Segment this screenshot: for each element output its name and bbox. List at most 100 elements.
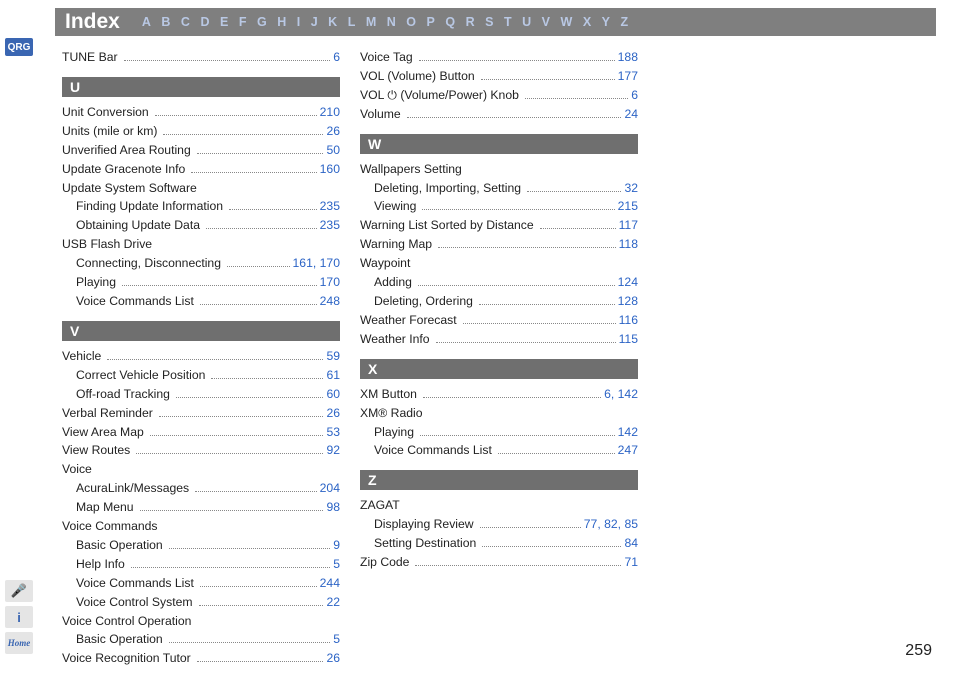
leader-dots (191, 162, 316, 173)
page-link[interactable]: 116 (619, 313, 638, 327)
alpha-link-m[interactable]: M (366, 15, 377, 29)
index-row-pages: 26 (326, 122, 340, 141)
page-link[interactable]: 124 (618, 275, 638, 289)
page-link[interactable]: 6 (333, 50, 340, 64)
page-link[interactable]: 170 (320, 275, 340, 289)
index-row-label: VOL ⏻ (Volume/Power) Knob (360, 86, 522, 105)
page-link[interactable]: 6 (631, 88, 638, 102)
page-link[interactable]: 160 (320, 162, 340, 176)
info-icon[interactable]: i (5, 606, 33, 628)
page-link[interactable]: 60 (326, 387, 340, 401)
page-link[interactable]: 177 (618, 69, 638, 83)
alpha-link-w[interactable]: W (561, 15, 573, 29)
page-link[interactable]: 24 (624, 107, 638, 121)
alpha-link-j[interactable]: J (311, 15, 318, 29)
page-link[interactable]: 118 (619, 237, 638, 251)
page-link[interactable]: 128 (618, 294, 638, 308)
index-row-label: Warning List Sorted by Distance (360, 216, 537, 235)
page-link[interactable]: 247 (618, 443, 638, 457)
page-link[interactable]: 115 (619, 332, 638, 346)
page-link[interactable]: 77 (584, 517, 598, 531)
home-icon[interactable]: Home (5, 632, 33, 654)
page-link[interactable]: 85 (624, 517, 638, 531)
page-link[interactable]: 142 (618, 425, 638, 439)
alpha-link-h[interactable]: H (277, 15, 287, 29)
index-content: TUNE Bar6UUnit Conversion210Units (mile … (62, 48, 936, 654)
side-tab-qrg[interactable]: QRG (5, 38, 33, 56)
alpha-link-z[interactable]: Z (621, 15, 629, 29)
page-link[interactable]: 32 (624, 181, 638, 195)
page-link[interactable]: 188 (618, 50, 638, 64)
page-link[interactable]: 82 (604, 517, 618, 531)
alpha-link-a[interactable]: A (142, 15, 152, 29)
index-row-label: Displaying Review (360, 515, 477, 534)
page-link[interactable]: 26 (326, 651, 340, 665)
page-link[interactable]: 22 (326, 595, 340, 609)
alpha-link-y[interactable]: Y (602, 15, 611, 29)
section-v: V (62, 321, 340, 341)
page-link[interactable]: 235 (320, 199, 340, 213)
alpha-link-c[interactable]: C (181, 15, 191, 29)
alpha-link-g[interactable]: G (257, 15, 267, 29)
alpha-link-d[interactable]: D (200, 15, 210, 29)
alpha-link-u[interactable]: U (522, 15, 532, 29)
page-link[interactable]: 98 (326, 500, 340, 514)
alpha-link-k[interactable]: K (328, 15, 338, 29)
page-link[interactable]: 117 (619, 218, 638, 232)
alpha-link-o[interactable]: O (406, 15, 416, 29)
page-number: 259 (905, 642, 932, 660)
page-link[interactable]: 84 (624, 536, 638, 550)
alpha-link-r[interactable]: R (466, 15, 476, 29)
index-row-label: Map Menu (62, 498, 137, 517)
page-link[interactable]: 215 (618, 199, 638, 213)
page-link[interactable]: 26 (326, 124, 340, 138)
page-link[interactable]: 59 (326, 349, 340, 363)
alpha-link-i[interactable]: I (297, 15, 301, 29)
page-link[interactable]: 9 (333, 538, 340, 552)
alpha-link-s[interactable]: S (485, 15, 494, 29)
index-row: Volume24 (360, 105, 638, 124)
page-link[interactable]: 50 (326, 143, 340, 157)
alpha-link-l[interactable]: L (348, 15, 356, 29)
leader-dots (540, 218, 616, 229)
page-title: Index (65, 10, 120, 34)
alpha-link-x[interactable]: X (583, 15, 592, 29)
page-link[interactable]: 26 (326, 406, 340, 420)
alpha-link-f[interactable]: F (239, 15, 247, 29)
leader-dots (200, 294, 317, 305)
page-link[interactable]: 142 (618, 387, 638, 401)
page-link[interactable]: 204 (320, 481, 340, 495)
page-link[interactable]: 71 (624, 555, 638, 569)
page-link[interactable]: 6 (604, 387, 611, 401)
alpha-link-v[interactable]: V (542, 15, 551, 29)
page-link[interactable]: 61 (326, 368, 340, 382)
leader-dots (480, 517, 581, 528)
page-link[interactable]: 53 (326, 425, 340, 439)
index-row: Deleting, Ordering128 (360, 292, 638, 311)
page-link[interactable]: 235 (320, 218, 340, 232)
alpha-link-n[interactable]: N (387, 15, 397, 29)
page-link[interactable]: 5 (333, 632, 340, 646)
alpha-link-t[interactable]: T (504, 15, 512, 29)
voice-icon[interactable]: 🎤 (5, 580, 33, 602)
index-row-pages: 244 (320, 574, 340, 593)
page-link[interactable]: 248 (320, 294, 340, 308)
alpha-link-b[interactable]: B (161, 15, 171, 29)
page-link[interactable]: 210 (320, 105, 340, 119)
page-link[interactable]: 244 (320, 576, 340, 590)
alpha-link-e[interactable]: E (220, 15, 229, 29)
section-x: X (360, 359, 638, 379)
index-row-pages: 235 (320, 197, 340, 216)
leader-dots (227, 256, 290, 267)
page-link[interactable]: 161 (293, 256, 313, 270)
index-row-pages: 128 (618, 292, 638, 311)
index-row: Connecting, Disconnecting161, 170 (62, 254, 340, 273)
page-link[interactable]: 5 (333, 557, 340, 571)
page-link[interactable]: 170 (320, 256, 340, 270)
page-link[interactable]: 92 (326, 443, 340, 457)
alpha-link-p[interactable]: P (427, 15, 436, 29)
index-row: VOL (Volume) Button177 (360, 67, 638, 86)
alpha-link-q[interactable]: Q (445, 15, 455, 29)
index-row-label: Basic Operation (62, 536, 166, 555)
index-row: Weather Info115 (360, 330, 638, 349)
